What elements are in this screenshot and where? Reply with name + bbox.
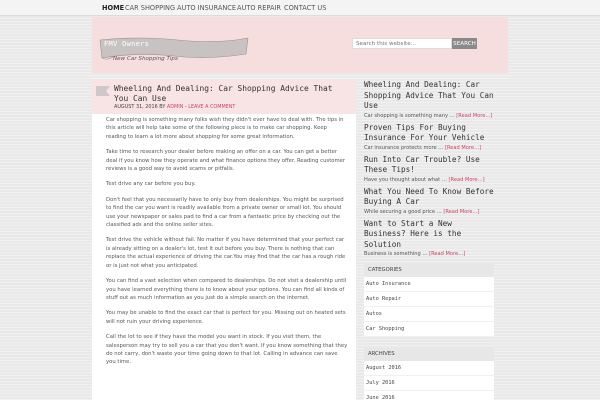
sidebar-post-title[interactable]: Proven Tips For Buying Insurance For You…	[364, 123, 496, 144]
search-input[interactable]	[352, 38, 452, 49]
post-paragraph: Take time to research your dealer before…	[106, 149, 346, 173]
read-more-link[interactable]: [Read More…]	[443, 209, 479, 215]
category-link[interactable]: Car Shopping	[364, 322, 494, 337]
header-ribbon-tail	[476, 30, 508, 58]
leave-comment-link[interactable]: Leave a Comment	[188, 104, 235, 110]
sidebar-post: Run Into Car Trouble? Use These Tips! Ha…	[364, 155, 496, 184]
main-content: Wheeling And Dealing: Car Shopping Advic…	[92, 80, 356, 400]
sidebar-post-excerpt: Business is something … [Read More…]	[364, 250, 496, 258]
post-author-link[interactable]: Admin	[167, 104, 183, 110]
post-icon	[96, 86, 110, 96]
category-link[interactable]: Auto Repair	[364, 292, 494, 307]
excerpt-text: While securing a good price …	[364, 208, 442, 215]
read-more-link[interactable]: [Read More…]	[429, 251, 465, 257]
excerpt-text: Have you thought about what …	[364, 176, 447, 183]
sidebar-post-excerpt: Car insurance protects more … [Read More…	[364, 144, 496, 152]
read-more-link[interactable]: [Read More…]	[445, 145, 481, 151]
post-title[interactable]: Wheeling And Dealing: Car Shopping Advic…	[114, 84, 350, 104]
categories-widget: Categories Auto Insurance Auto Repair Au…	[364, 264, 494, 337]
sidebar-post: Proven Tips For Buying Insurance For You…	[364, 123, 496, 152]
post-paragraph: You may be unable to find the exact car …	[106, 310, 346, 325]
archives-heading: Archives	[364, 348, 494, 361]
sidebar-post: What You Need To Know Before Buying A Ca…	[364, 187, 496, 216]
sidebar-recent-posts: Wheeling And Dealing: Car Shopping Advic…	[364, 80, 496, 261]
post-meta: August 31, 2016 by Admin - Leave a Comme…	[114, 104, 235, 110]
post-paragraph: Don't feel that you necessarily have to …	[106, 196, 344, 229]
category-link[interactable]: Auto Insurance	[364, 277, 494, 292]
archive-link[interactable]: June 2016	[364, 391, 494, 400]
read-more-link[interactable]: [Read More…]	[456, 113, 492, 119]
read-more-link[interactable]: [Read More…]	[449, 177, 485, 183]
post-paragraph: Test drive any car before you buy.	[106, 181, 196, 188]
sidebar-post-excerpt: Car shopping is something many … [Read M…	[364, 112, 496, 120]
sidebar-post-title[interactable]: Run Into Car Trouble? Use These Tips!	[364, 155, 496, 176]
nav-item-auto-repair[interactable]: Auto Repair	[237, 0, 281, 16]
sidebar-post-excerpt: While securing a good price … [Read More…	[364, 208, 496, 216]
categories-heading: Categories	[364, 264, 494, 277]
nav-item-home[interactable]: Home	[102, 0, 124, 16]
sidebar-post-title[interactable]: Want to Start a New Business? Here is th…	[364, 219, 496, 251]
sidebar-post-title[interactable]: What You Need To Know Before Buying A Ca…	[364, 187, 496, 208]
category-link[interactable]: Autos	[364, 307, 494, 322]
archives-widget: Archives August 2016 July 2016 June 2016	[364, 348, 494, 400]
post-paragraph: Test drive the vehicle without fail. No …	[106, 237, 346, 269]
nav-item-car-shopping[interactable]: Car Shopping	[125, 0, 175, 16]
nav-item-contact-us[interactable]: Contact Us	[284, 0, 326, 16]
post-paragraph: Car shopping is something many folks wis…	[106, 117, 344, 140]
sidebar-post-title[interactable]: Wheeling And Dealing: Car Shopping Advic…	[364, 80, 496, 112]
excerpt-text: Car insurance protects more …	[364, 144, 444, 151]
site-title[interactable]: FMV Owners	[104, 40, 149, 48]
post-date: August 31, 2016 by	[114, 104, 166, 110]
excerpt-text: Car shopping is something many …	[364, 112, 455, 119]
archive-link[interactable]: July 2016	[364, 376, 494, 391]
archive-link[interactable]: August 2016	[364, 361, 494, 376]
search-button[interactable]: Search	[452, 38, 477, 49]
post-paragraph: You can find a vast selection when compa…	[106, 278, 347, 301]
post-body: Car shopping is something many folks wis…	[106, 116, 348, 374]
site-tagline: New Car Shopping Tips	[113, 56, 178, 62]
sidebar-post: Wheeling And Dealing: Car Shopping Advic…	[364, 80, 496, 120]
nav-item-auto-insurance[interactable]: Auto Insurance	[177, 0, 236, 16]
sidebar-post: Want to Start a New Business? Here is th…	[364, 219, 496, 259]
post-paragraph: Call the lot to see if they have the mod…	[106, 334, 348, 366]
top-navigation: Home Car Shopping Auto Insurance Auto Re…	[0, 0, 600, 16]
excerpt-text: Business is something …	[364, 251, 428, 257]
sidebar-post-excerpt: Have you thought about what … [Read More…	[364, 176, 496, 184]
